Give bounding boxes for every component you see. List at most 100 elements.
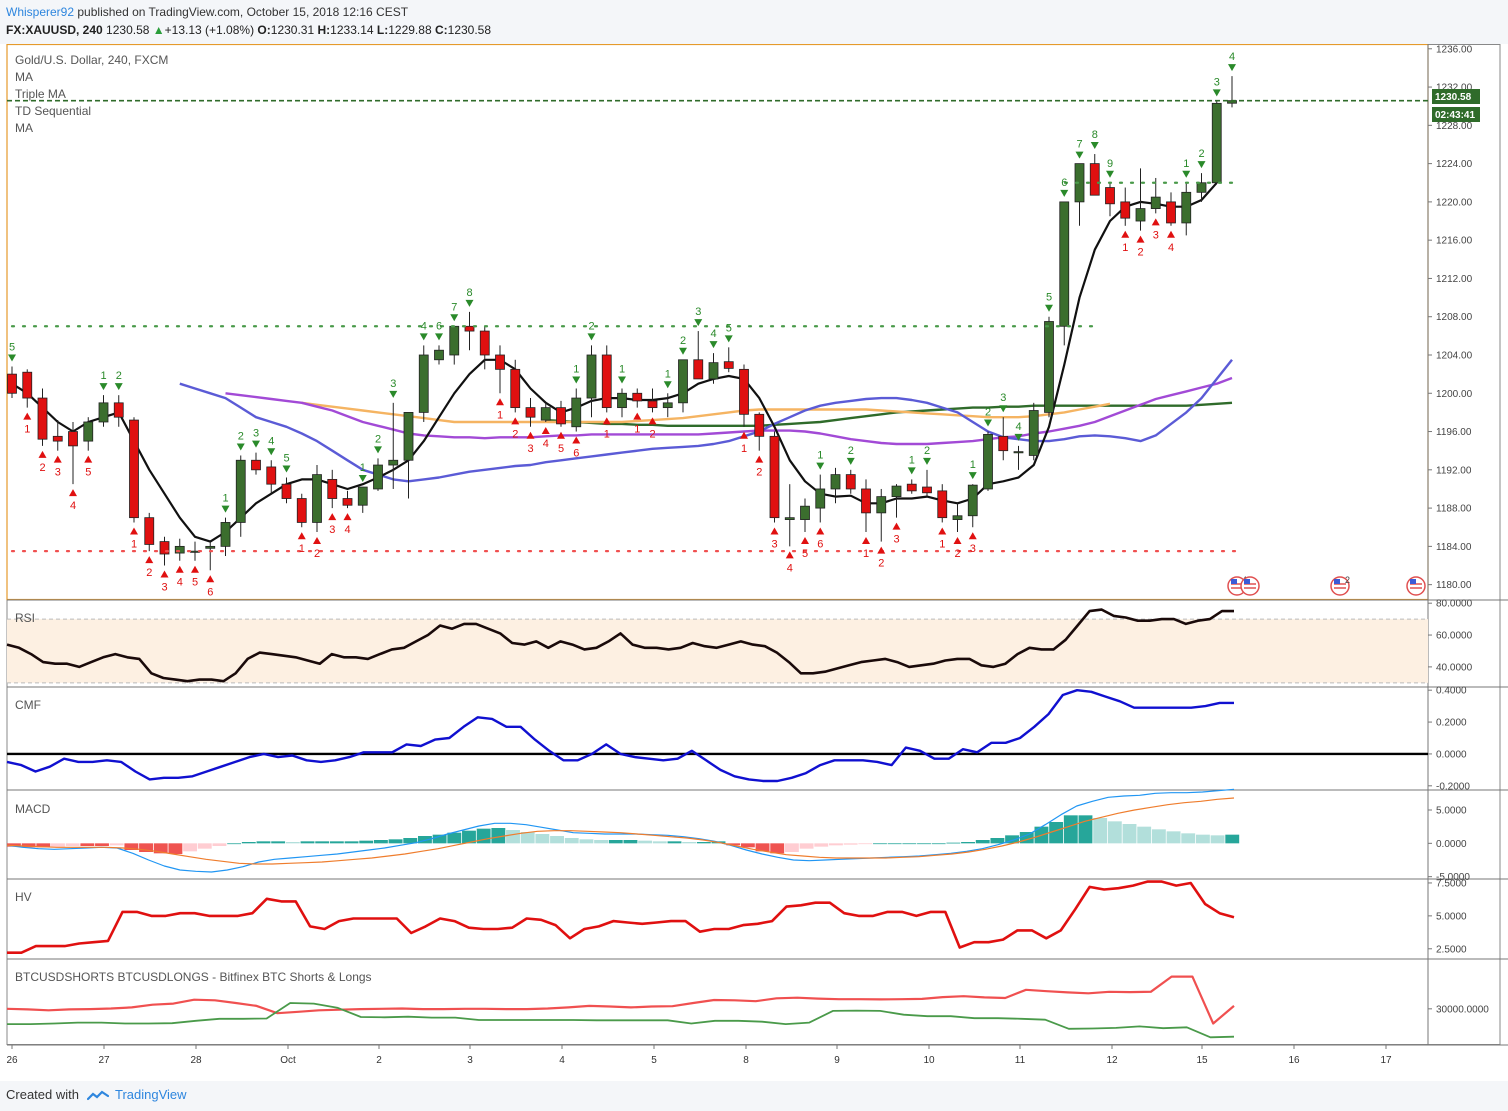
close-value: 1230.58 <box>447 23 492 37</box>
td-buy-count: 2 <box>1137 247 1143 259</box>
candle-body <box>784 517 795 520</box>
macd-hist-bar <box>1063 815 1078 844</box>
macd-hist-bar <box>961 842 975 844</box>
td-buy-count: 3 <box>161 582 167 594</box>
symbol: FX:XAUUSD, 240 <box>6 23 103 37</box>
cmf-label: CMF <box>15 698 41 712</box>
legend-ma[interactable]: MA <box>15 70 33 84</box>
candle-body <box>998 435 1009 452</box>
td-buy-count: 4 <box>787 562 793 574</box>
candle-body <box>876 496 887 514</box>
macd-hist-bar <box>1210 835 1225 844</box>
x-tick-label-0: 26 <box>6 1055 18 1066</box>
macd-hist-bar <box>696 842 711 844</box>
price-tick-label-9: 1216.00 <box>1436 236 1473 247</box>
macd-hist-bar <box>873 843 887 845</box>
candle-body <box>617 392 627 409</box>
macd-hist-bar <box>1151 829 1166 844</box>
td-sell-count: 4 <box>268 435 274 447</box>
publish-info: published on TradingView.com, October 15… <box>77 5 409 19</box>
td-buy-count: 2 <box>146 567 152 579</box>
macd-hist-bar <box>858 843 873 845</box>
candle-body <box>434 349 444 361</box>
candle-body <box>1150 196 1161 209</box>
legend-td-sequential[interactable]: TD Sequential <box>15 104 91 118</box>
author-link[interactable]: Whisperer92 <box>6 5 74 19</box>
x-tick-label-9: 9 <box>834 1055 840 1066</box>
macd-hist-bar <box>315 841 330 844</box>
td-sell-count: 5 <box>726 322 732 334</box>
macd-hist-bar <box>373 840 388 844</box>
candle-body <box>235 459 246 523</box>
candle-body <box>647 400 658 409</box>
td-buy-count: 6 <box>573 448 579 460</box>
cmf-tick-label-1: 0.0000 <box>1436 749 1467 760</box>
tradingview-link[interactable]: TradingView <box>115 1087 187 1102</box>
td-sell-count: 2 <box>588 320 594 332</box>
candle-body <box>769 435 780 519</box>
legend-triple-ma[interactable]: Triple MA <box>15 87 66 101</box>
macd-hist-bar <box>520 832 535 844</box>
x-tick-label-7: 5 <box>651 1055 657 1066</box>
legend-ma-2[interactable]: MA <box>15 121 33 135</box>
price-change: +13.13 (+1.08%) <box>164 23 255 37</box>
td-buy-count: 1 <box>299 543 305 555</box>
candle-body <box>632 392 643 402</box>
candle-body <box>495 354 505 370</box>
macd-hist-bar <box>784 843 799 852</box>
td-sell-count: 1 <box>619 363 625 375</box>
td-buy-count: 3 <box>771 538 777 550</box>
btc-tick-label-0: 30000.0000 <box>1436 1004 1489 1015</box>
ohlc-line: FX:XAUUSD, 240 1230.58 ▲+13.13 (+1.08%) … <box>6 23 491 37</box>
cmf-tick-label-2: 0.2000 <box>1436 718 1467 729</box>
td-buy-count: 2 <box>314 548 320 560</box>
macd-hist-bar <box>1225 834 1240 844</box>
macd-label: MACD <box>15 802 51 816</box>
chart-canvas[interactable]: 1180.00 1184.00 1188.00 1192.00 1196.00 1200.… <box>0 44 1508 1081</box>
candle-body <box>129 419 139 519</box>
price-tick-label-12: 1228.00 <box>1436 121 1473 132</box>
candle-body <box>403 412 414 461</box>
td-buy-count: 5 <box>802 548 808 560</box>
cmf-tick-label-0: -0.2000 <box>1436 781 1470 792</box>
macd-hist-bar <box>1122 824 1137 844</box>
low-value: 1229.88 <box>388 23 432 37</box>
flag-count: 2 <box>1345 575 1350 585</box>
candle-body <box>800 505 810 520</box>
macd-hist-bar <box>95 843 109 846</box>
macd-hist-bar <box>241 842 256 844</box>
macd-hist-bar <box>1166 831 1181 844</box>
macd-hist-bar <box>682 842 697 844</box>
td-buy-count: 1 <box>497 409 503 421</box>
candle-body <box>144 517 155 545</box>
candle-body <box>342 498 353 506</box>
td-sell-count: 2 <box>1198 148 1204 160</box>
td-buy-count: 2 <box>649 428 655 440</box>
candle-body <box>754 413 765 437</box>
macd-hist-bar <box>887 843 902 845</box>
macd-hist-bar <box>1181 833 1196 844</box>
td-buy-count: 3 <box>970 543 976 555</box>
price-tick-label-5: 1200.00 <box>1436 389 1473 400</box>
footer-text: Created with TradingView <box>6 1087 187 1102</box>
candle-body <box>693 359 704 380</box>
td-sell-count: 1 <box>817 450 823 462</box>
x-tick-label-4: 2 <box>376 1055 382 1066</box>
td-sell-count: 1 <box>100 370 106 382</box>
candle-body <box>906 483 917 492</box>
candle-body <box>37 397 48 440</box>
price-tick-label-11: 1224.00 <box>1436 159 1473 170</box>
candle-body <box>601 354 612 409</box>
candle-body <box>22 371 33 399</box>
candle-body <box>327 478 338 499</box>
candle-body <box>739 368 749 415</box>
td-sell-count: 5 <box>9 341 15 353</box>
close-label: C: <box>434 23 448 37</box>
td-sell-count: 8 <box>1092 129 1098 141</box>
hv-label: HV <box>15 890 32 904</box>
x-tick-label-3: Oct <box>280 1055 296 1066</box>
candle-body <box>510 368 521 409</box>
cmf-tick-label-3: 0.4000 <box>1436 686 1467 697</box>
candle-body <box>373 464 383 490</box>
td-sell-count: 4 <box>1229 51 1235 63</box>
